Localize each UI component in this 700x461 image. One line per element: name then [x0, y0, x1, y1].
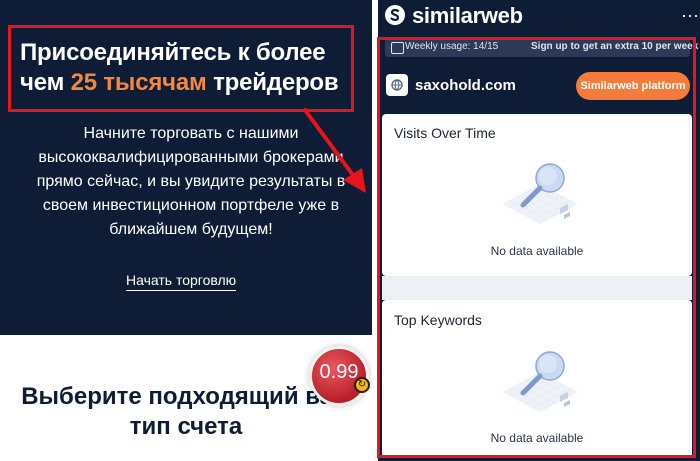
brand-name: similarweb — [412, 3, 523, 28]
hero-title-line1: Присоединяйтесь к более — [20, 39, 326, 66]
logo-icon — [385, 5, 405, 25]
hero-title-line2-prefix: чем — [20, 69, 71, 96]
hero-title-line2-suffix: трейдеров — [206, 69, 339, 96]
hero-title: Присоединяйтесь к более чем 25 тысячам т… — [20, 38, 360, 98]
hero-description: Начните торговать с нашими высококвалифи… — [36, 125, 346, 238]
account-type-heading: Выберите подходящий вам тип счета — [21, 383, 351, 440]
start-trading-link[interactable]: Начать торговлю — [126, 272, 237, 291]
badge-arrow-icon: ↻ — [354, 377, 370, 393]
menu-dots-icon[interactable]: ··· — [681, 5, 699, 26]
hero-title-accent: 25 тысячам — [70, 69, 207, 96]
extension-highlight — [377, 37, 696, 458]
